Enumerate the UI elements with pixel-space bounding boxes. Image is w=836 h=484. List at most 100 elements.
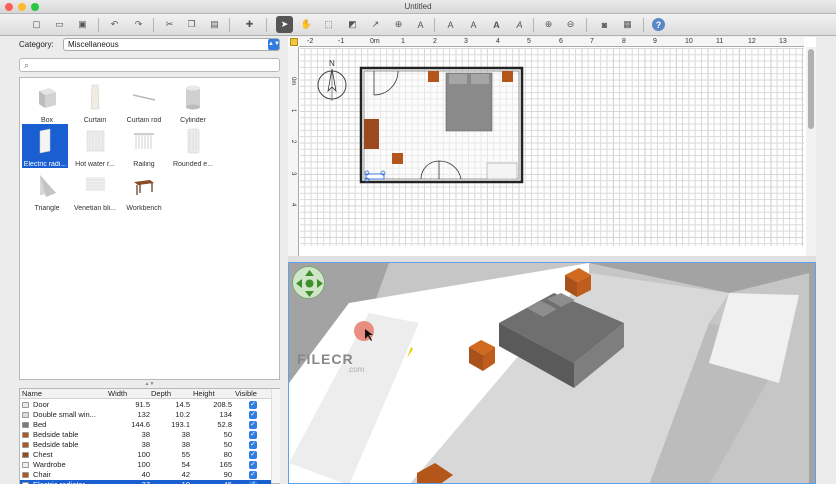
table-row[interactable]: Chest 100 55 80 ✓ xyxy=(20,450,271,460)
bold-text-icon[interactable]: A xyxy=(488,16,505,33)
catalog-item-label: Rounded e... xyxy=(172,161,214,168)
increase-text-icon[interactable]: A xyxy=(442,16,459,33)
ruler-tick-label: 6 xyxy=(559,38,563,45)
3d-view[interactable]: FILECR .com xyxy=(288,262,816,484)
visible-checkbox[interactable]: ✓ xyxy=(249,471,257,479)
table-scrollbar[interactable] xyxy=(271,389,280,483)
cell-height: 50 xyxy=(223,440,232,449)
column-header-width[interactable]: Width xyxy=(108,389,152,399)
table-row[interactable]: Bedside table 38 38 50 ✓ xyxy=(20,430,271,440)
zoom-out-icon[interactable]: ⊖ xyxy=(562,16,579,33)
cut-icon[interactable]: ✂ xyxy=(161,16,178,33)
cell-depth: 54 xyxy=(181,460,190,469)
catalog-item-label: Curtain rod xyxy=(126,117,162,124)
zoom-window-icon[interactable] xyxy=(31,3,39,11)
catalog-item-hot-water-radiator[interactable]: Hot water r... xyxy=(72,124,118,168)
help-icon[interactable]: ? xyxy=(652,18,665,31)
plan-vertical-scrollbar[interactable] xyxy=(806,47,816,256)
catalog-item-label: Hot water r... xyxy=(75,161,115,168)
open-icon[interactable]: ▭ xyxy=(51,16,68,33)
ruler-tick-label: 1 xyxy=(401,38,405,45)
railing-icon xyxy=(134,133,154,149)
column-header-height[interactable]: Height xyxy=(193,389,235,399)
category-select[interactable]: Miscellaneous ▲▼ xyxy=(63,38,280,51)
visible-checkbox[interactable]: ✓ xyxy=(249,441,257,449)
triangle-icon xyxy=(40,175,56,197)
visible-checkbox[interactable]: ✓ xyxy=(249,421,257,429)
cell-width: 100 xyxy=(137,460,150,469)
toolbar-separator xyxy=(643,18,644,32)
category-value: Miscellaneous xyxy=(68,40,119,49)
catalog-item-curtain[interactable]: Curtain xyxy=(72,80,118,124)
table-row[interactable]: Chair 40 42 90 ✓ xyxy=(20,470,271,480)
catalog-item-triangle[interactable]: Triangle xyxy=(24,168,70,212)
rounded-radiator-icon xyxy=(187,128,200,154)
table-row[interactable]: Bedside table 38 38 50 ✓ xyxy=(20,440,271,450)
table-row[interactable]: Door 91.5 14.5 208.5 ✓ xyxy=(20,400,271,410)
pan-mode-icon[interactable]: ✋ xyxy=(298,16,315,33)
catalog-item-label: Cylinder xyxy=(180,117,206,124)
ruler-tick-label: 13 xyxy=(779,38,787,45)
visible-checkbox[interactable]: ✓ xyxy=(249,461,257,469)
ruler-tick-label: 10 xyxy=(685,38,693,45)
catalog-item-electric-radiator[interactable]: Electric radi... xyxy=(22,124,68,168)
compass-north-label: N xyxy=(329,59,335,68)
table-row[interactable]: Bed 144.6 193.1 52.8 ✓ xyxy=(20,420,271,430)
zoom-in-icon[interactable]: ⊕ xyxy=(540,16,557,33)
redo-icon[interactable]: ↷ xyxy=(130,16,147,33)
italic-text-icon[interactable]: A xyxy=(511,16,528,33)
plan-view[interactable]: N -2 -1 0m 1 2 3 4 5 6 7 8 9 10 11 12 13… xyxy=(288,37,816,256)
new-home-icon[interactable]: ▢ xyxy=(28,16,45,33)
column-header-visible[interactable]: Visible xyxy=(235,389,265,399)
minimize-window-icon[interactable] xyxy=(18,3,26,11)
undo-icon[interactable]: ↶ xyxy=(106,16,123,33)
wardrobe-icon xyxy=(22,462,29,468)
visible-checkbox[interactable]: ✓ xyxy=(249,401,257,409)
create-polylines-icon[interactable]: ↗ xyxy=(367,16,384,33)
catalog-item-cylinder[interactable]: Cylinder xyxy=(170,80,216,124)
close-window-icon[interactable] xyxy=(5,3,13,11)
cell-depth: 10 xyxy=(150,480,190,484)
copy-icon[interactable]: ❐ xyxy=(183,16,200,33)
catalog-item-curtain-rod[interactable]: Curtain rod xyxy=(121,80,167,124)
create-photo-icon[interactable]: ◙ xyxy=(596,16,613,33)
navigation-arrows-icon[interactable] xyxy=(292,266,325,299)
cylinder-icon xyxy=(186,85,200,110)
ruler-tick-label: 5 xyxy=(527,38,531,45)
table-row[interactable]: Electric radiator371045✓ xyxy=(20,480,271,484)
cell-depth: 55 xyxy=(181,450,190,459)
category-label: Category: xyxy=(19,40,54,49)
table-row[interactable]: Double small win... 132 10.2 134 ✓ xyxy=(20,410,271,420)
furniture-catalog-pane: Category: Miscellaneous ▲▼ ⌕ Box Curtain… xyxy=(17,37,282,484)
add-text-icon[interactable]: A xyxy=(412,16,429,33)
visible-checkbox[interactable]: ✓ xyxy=(249,451,257,459)
electric-radiator-icon xyxy=(39,128,51,154)
catalog-item-railing[interactable]: Railing xyxy=(121,124,167,168)
column-header-depth[interactable]: Depth xyxy=(151,389,191,399)
save-icon[interactable]: ▣ xyxy=(74,16,91,33)
search-input[interactable]: ⌕ xyxy=(19,58,280,72)
cell-depth: 14.5 xyxy=(175,400,190,409)
scroll-thumb[interactable] xyxy=(808,49,814,129)
catalog-item-workbench[interactable]: Workbench xyxy=(121,168,167,212)
cell-name: Bedside table xyxy=(33,440,79,449)
table-row[interactable]: Wardrobe 100 54 165 ✓ xyxy=(20,460,271,470)
add-furniture-icon[interactable]: ✚ xyxy=(241,16,258,33)
select-mode-icon[interactable]: ➤ xyxy=(276,16,293,33)
visible-checkbox[interactable]: ✓ xyxy=(249,431,257,439)
chevron-down-icon[interactable]: ▲▼ xyxy=(268,39,280,50)
cell-name: Double small win... xyxy=(33,410,96,419)
catalog-item-label: Curtain xyxy=(83,117,107,124)
decrease-text-icon[interactable]: A xyxy=(465,16,482,33)
catalog-item-venetian-blind[interactable]: Venetian bli... xyxy=(72,168,118,212)
create-rooms-icon[interactable]: ◩ xyxy=(344,16,361,33)
catalog-item-box[interactable]: Box xyxy=(24,80,70,124)
paste-icon[interactable]: ▤ xyxy=(206,16,223,33)
catalog-item-rounded-radiator[interactable]: Rounded e... xyxy=(170,124,216,168)
visible-checkbox[interactable]: ✓ xyxy=(249,411,257,419)
column-header-name[interactable]: Name xyxy=(22,389,97,399)
create-dimensions-icon[interactable]: ⊕ xyxy=(390,16,407,33)
horizontal-split-handle[interactable]: ▲▼ xyxy=(17,381,282,387)
create-walls-icon[interactable]: ⬚ xyxy=(320,16,337,33)
create-video-icon[interactable]: ▦ xyxy=(619,16,636,33)
